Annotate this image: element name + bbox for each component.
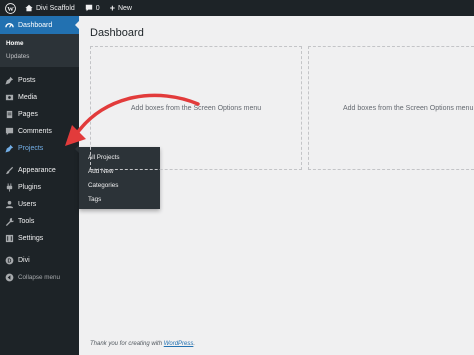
flyout-item-tags[interactable]: Tags	[79, 192, 160, 206]
pages-icon	[4, 110, 14, 120]
sidebar-item-label: Users	[18, 201, 37, 208]
sidebar-item-label: Media	[18, 94, 38, 101]
page-title: Dashboard	[90, 27, 144, 39]
sidebar-item-tools[interactable]: Tools	[0, 213, 79, 230]
divi-icon: D	[4, 256, 14, 266]
sidebar-item-appearance[interactable]: Appearance	[0, 162, 79, 179]
svg-text:W: W	[7, 5, 14, 12]
sidebar-item-label: Appearance	[18, 167, 56, 174]
sidebar-item-settings[interactable]: Settings	[0, 230, 79, 247]
comment-icon	[4, 127, 14, 137]
wordpress-logo-icon[interactable]: W	[0, 0, 20, 16]
sidebar-item-label: Divi	[18, 257, 30, 264]
sidebar-item-plugins[interactable]: Plugins	[0, 179, 79, 196]
svg-text:D: D	[7, 259, 11, 265]
brush-icon	[4, 166, 14, 176]
dashboard-submenu: Home Updates	[0, 34, 79, 67]
settings-icon	[4, 234, 14, 244]
sidebar-item-label: Comments	[18, 128, 52, 135]
sidebar-item-label: Posts	[18, 77, 36, 84]
comments-link[interactable]: 0	[80, 0, 105, 16]
sidebar-item-media[interactable]: Media	[0, 89, 79, 106]
comment-icon	[85, 4, 93, 12]
pin-icon	[4, 76, 14, 86]
sidebar-item-projects[interactable]: Projects	[0, 140, 79, 157]
admin-footer: Thank you for creating with WordPress.	[90, 341, 195, 347]
sidebar-item-label: Settings	[18, 235, 44, 242]
site-name: Divi Scaffold	[36, 4, 75, 12]
admin-bar: W Divi Scaffold 0 + New	[0, 0, 474, 16]
new-content-link[interactable]: + New	[105, 0, 137, 16]
collapse-menu-button[interactable]: Collapse menu	[0, 269, 79, 286]
flyout-item-categories[interactable]: Categories	[79, 178, 160, 192]
site-name-link[interactable]: Divi Scaffold	[20, 0, 80, 16]
sidebar-item-pages[interactable]: Pages	[0, 106, 79, 123]
sidebar-item-label: Plugins	[18, 184, 41, 191]
sidebar-item-label: Projects	[18, 145, 44, 152]
sidebar-item-label: Tools	[18, 218, 35, 225]
sidebar-item-label: Dashboard	[18, 21, 53, 29]
sidebar-item-dashboard[interactable]: Dashboard	[0, 16, 79, 34]
sidebar-item-divi[interactable]: D Divi	[0, 252, 79, 269]
plus-icon: +	[109, 3, 115, 13]
collapse-label: Collapse menu	[18, 274, 61, 281]
submenu-item-home[interactable]: Home	[0, 37, 79, 50]
plugin-icon	[4, 183, 14, 193]
dashboard-icon	[4, 20, 14, 30]
comments-count: 0	[95, 4, 100, 12]
submenu-item-updates[interactable]: Updates	[0, 50, 79, 63]
placeholder-text: Add boxes from the Screen Options menu	[343, 104, 474, 112]
wordpress-link[interactable]: WordPress	[164, 341, 194, 347]
footer-end: .	[193, 341, 196, 347]
pin-icon	[4, 144, 14, 154]
sidebar-item-label: Pages	[18, 111, 38, 118]
media-icon	[4, 93, 14, 103]
sidebar-item-comments[interactable]: Comments	[0, 123, 79, 140]
sidebar-item-posts[interactable]: Posts	[0, 72, 79, 89]
dashboard-widget-placeholder: Add boxes from the Screen Options menu	[90, 46, 302, 170]
dashboard-widget-placeholder: Add boxes from the Screen Options menu	[308, 46, 474, 170]
placeholder-text: Add boxes from the Screen Options menu	[130, 104, 262, 112]
footer-text: Thank you for creating with	[90, 341, 164, 347]
collapse-icon	[4, 273, 14, 283]
home-icon	[25, 4, 33, 12]
user-icon	[4, 200, 14, 210]
wrench-icon	[4, 217, 14, 227]
new-label: New	[117, 4, 132, 12]
sidebar-item-users[interactable]: Users	[0, 196, 79, 213]
admin-sidebar: Dashboard Home Updates Posts Media Pages…	[0, 16, 79, 355]
